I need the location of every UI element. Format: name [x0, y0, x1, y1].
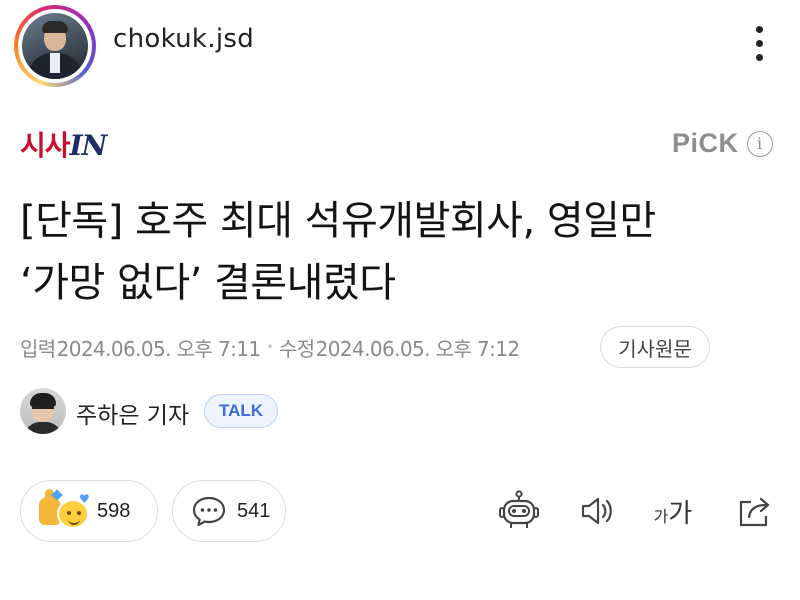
headline-line-1: [단독] 호주 최대 석유개발회사, 영일만: [20, 198, 656, 244]
original-article-button[interactable]: 기사원문: [600, 326, 710, 368]
reporter-name[interactable]: 주하은 기자: [76, 396, 189, 430]
publisher-logo-part1: 시사: [20, 129, 71, 162]
reaction-count: 598: [97, 499, 131, 522]
summary-bot-icon[interactable]: [496, 488, 542, 534]
publisher-logo[interactable]: 시사 IN: [20, 124, 107, 162]
speaker-icon: [581, 497, 612, 525]
meta-separator: •: [266, 340, 274, 354]
edited-label: 수정: [279, 336, 315, 361]
reporter-avatar[interactable]: [20, 388, 66, 434]
headline-line-2: ‘가망 없다’ 결론내렸다: [20, 260, 396, 306]
read-aloud-icon[interactable]: [574, 488, 620, 534]
comment-count: 541: [237, 499, 271, 522]
pick-label: PiCK: [672, 128, 739, 158]
talk-button[interactable]: TALK: [204, 394, 278, 428]
article-headline: [단독] 호주 최대 석유개발회사, 영일만 ‘가망 없다’ 결론내렸다: [20, 190, 780, 314]
comment-button[interactable]: 541: [172, 480, 286, 542]
more-options-icon[interactable]: [744, 20, 776, 66]
published-label: 입력: [20, 336, 56, 361]
published-time: 2024.06.05. 오후 7:11: [56, 336, 262, 361]
share-icon[interactable]: [732, 488, 778, 534]
share-arrow-icon: [739, 497, 770, 527]
edited-time: 2024.06.05. 오후 7:12: [315, 336, 521, 361]
username[interactable]: chokuk.jsd: [113, 24, 254, 54]
robot-icon: [499, 490, 539, 528]
reaction-button[interactable]: ♥ 598: [20, 480, 158, 542]
profile-avatar[interactable]: [14, 5, 96, 87]
font-size-large-glyph: 가: [668, 498, 693, 529]
article-meta: 입력 2024.06.05. 오후 7:11 • 수정 2024.06.05. …: [20, 330, 520, 364]
post-header: chokuk.jsd: [0, 0, 800, 87]
publisher-logo-part2: IN: [69, 129, 108, 162]
font-size-button[interactable]: 가 가: [650, 488, 696, 534]
font-size-small-glyph: 가: [653, 507, 669, 526]
info-icon[interactable]: i: [746, 130, 773, 157]
pick-badge[interactable]: PiCK i: [672, 128, 773, 159]
comment-icon: [192, 496, 226, 527]
profile-photo: [22, 13, 88, 79]
reaction-emoji-icon: ♥: [35, 489, 97, 531]
